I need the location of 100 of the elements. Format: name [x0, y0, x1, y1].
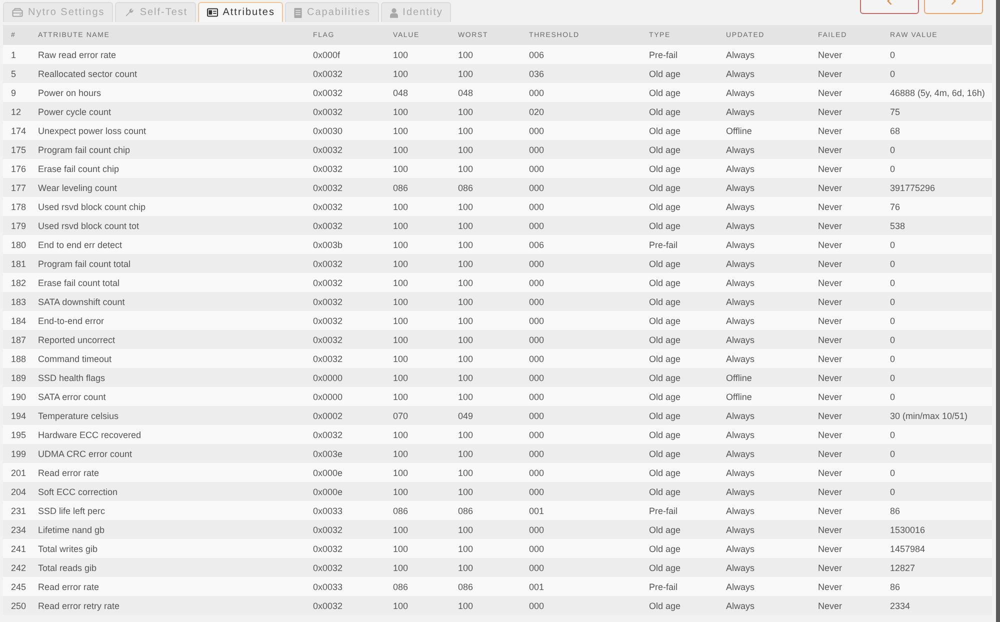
table-cell-text: 0 [889, 240, 896, 250]
table-cell-text: Old age [648, 562, 681, 572]
server-icon [294, 8, 302, 18]
table-cell-text: Lifetime nand gb [37, 524, 105, 534]
wrench-icon [124, 8, 135, 17]
table-cell-text: 100 [457, 354, 474, 364]
table-cell-text: Old age [648, 88, 681, 98]
table-cell-text: 100 [392, 144, 408, 154]
tab[interactable]: Self-Test [114, 2, 196, 22]
table-cell-text: 100 [392, 296, 408, 306]
table-cell-text: 100 [392, 50, 408, 60]
table-cell-text: 100 [457, 448, 474, 458]
table-cell-text: Old age [648, 354, 681, 364]
table-cell-text: 0 [889, 144, 896, 154]
table-cell-text: 0x0032 [312, 202, 343, 212]
table-cell-text: Never [817, 448, 842, 458]
table-cell-text: 0 [889, 50, 896, 60]
table-cell-text: 086 [392, 182, 408, 192]
table-cell-text: Always [725, 486, 755, 496]
table-cell-text: Always [725, 448, 755, 458]
table-cell-text: Never [817, 164, 842, 174]
table-cell-text: 100 [392, 68, 408, 78]
table-cell-text: 0x000e [312, 468, 343, 478]
table-cell-text: 0x0033 [312, 506, 343, 516]
table-cell-text: Always [725, 258, 755, 268]
table-cell-text: Never [817, 68, 842, 78]
table-cell-text: Pre-fail [648, 240, 678, 250]
table-cell-text: 000 [528, 600, 544, 610]
table-cell-text: 100 [457, 126, 474, 136]
table-cell-text: Offline [725, 126, 752, 136]
table-cell-text: 100 [392, 544, 408, 554]
tab[interactable]: Identity [380, 2, 451, 22]
table-cell-text: Never [817, 220, 842, 230]
table-cell-text: 0 [889, 68, 896, 78]
table-cell-text: Old age [648, 220, 681, 230]
table-cell-text: 68 [889, 126, 900, 136]
table-cell-text: Never [817, 88, 842, 98]
table-cell-text: 100 [457, 258, 474, 268]
table-cell-text: 0 [889, 316, 896, 326]
table-cell-text: End-to-end error [37, 316, 104, 326]
table-cell-text: 006 [528, 50, 544, 60]
table-cell-text: Always [725, 106, 755, 116]
table-cell-text: Erase fail count total [37, 278, 120, 288]
tab[interactable]: Attributes [198, 2, 283, 22]
table-cell-text: Used rsvd block count chip [37, 202, 146, 212]
table-cell-text: 178 [10, 202, 26, 212]
table-cell-text: 199 [10, 448, 26, 458]
table-cell-text: 1457984 [889, 544, 926, 554]
table-cell-text: 100 [392, 258, 408, 268]
table-cell-text: 0 [889, 392, 896, 402]
table-cell-text: 100 [392, 524, 408, 534]
table-cell-text: 100 [457, 164, 474, 174]
table-cell-text: 000 [528, 562, 544, 572]
table-cell-text: Always [725, 544, 755, 554]
table-cell-text: Temperature celsius [37, 410, 119, 420]
table-cell-text: 100 [457, 316, 474, 326]
table-cell-text: 100 [392, 562, 408, 572]
table-cell-text: Wear leveling count [37, 182, 117, 192]
table-cell-text: Old age [648, 600, 681, 610]
table-cell-text: 048 [392, 88, 408, 98]
table-cell-text: 000 [528, 410, 544, 420]
table-cell-text: 194 [10, 410, 26, 420]
table-cell-text: 100 [392, 486, 408, 496]
table-cell-text: 001 [528, 582, 544, 592]
table-cell-text: Old age [648, 430, 681, 440]
table-cell-text: Hardware ECC recovered [37, 430, 142, 440]
table-cell-text: 538 [889, 220, 906, 230]
table-cell-text: 0 [889, 372, 896, 382]
table-cell-text: SATA error count [37, 392, 106, 402]
tab[interactable]: Capabilities [284, 2, 379, 22]
table-cell-text: 180 [10, 240, 26, 250]
table-cell-text: 000 [528, 202, 544, 212]
table-cell-text: 0x003b [312, 240, 343, 250]
table-cell-text: 100 [457, 468, 474, 478]
table-cell-text: 086 [392, 506, 408, 516]
table-cell-text: Always [725, 410, 755, 420]
table-cell-text: Old age [648, 258, 681, 268]
table-cell-text: 100 [392, 278, 408, 288]
table-cell-text: Never [817, 296, 842, 306]
table-cell-text: 100 [457, 430, 474, 440]
table-cell-text: Never [817, 600, 842, 610]
table-cell-text: Always [725, 296, 755, 306]
table-cell-text: Old age [648, 448, 681, 458]
table-cell-text: 100 [457, 524, 474, 534]
table-cell-text: Total reads gib [37, 562, 97, 572]
table-cell-text: Never [817, 126, 842, 136]
table-cell-text: Always [725, 468, 755, 478]
table-cell-text: Never [817, 410, 842, 420]
table-cell-text: 0x0032 [312, 524, 343, 534]
table-cell-text: 100 [392, 334, 408, 344]
table-cell-text: 177 [10, 182, 26, 192]
table-cell-text: 100 [457, 278, 474, 288]
table-cell-text: Always [725, 506, 755, 516]
table-cell-text: Always [725, 334, 755, 344]
table-cell-text: 0 [889, 296, 896, 306]
table-cell-text: 000 [528, 544, 544, 554]
table-cell-text: Always [725, 144, 755, 154]
table-cell-text: 242 [10, 562, 26, 572]
tab[interactable]: Nytro Settings [3, 2, 113, 22]
table-cell-text: 0x0032 [312, 278, 343, 288]
